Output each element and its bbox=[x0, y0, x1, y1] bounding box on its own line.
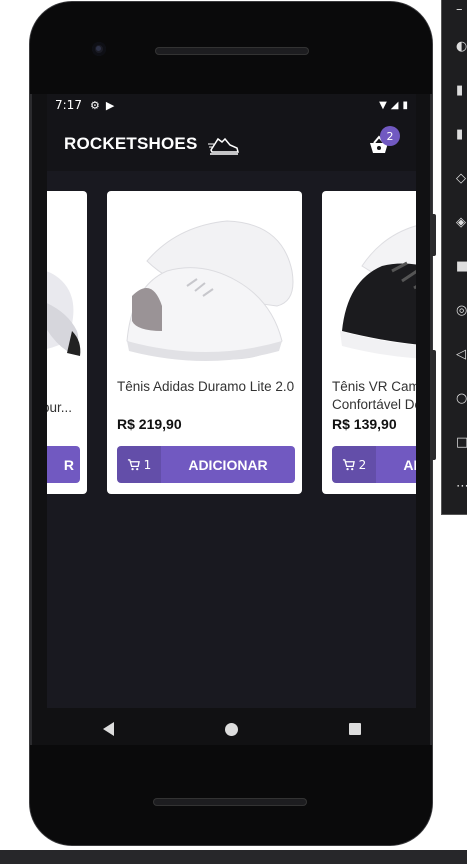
add-to-cart-button[interactable]: R bbox=[47, 446, 80, 483]
settings-icon: ⚙ bbox=[89, 98, 100, 112]
cart-count-badge: 2 bbox=[380, 126, 400, 146]
product-title: Tênis Adidas Duramo Lite 2.0 bbox=[117, 379, 295, 394]
bottom-speaker bbox=[153, 798, 307, 806]
minimize-icon[interactable]: – bbox=[456, 3, 463, 17]
product-card[interactable]: Tênis VR Caminhada Confortável Detalhes … bbox=[322, 191, 416, 494]
front-camera bbox=[92, 42, 106, 56]
back-tool-icon[interactable]: ◁ bbox=[456, 348, 466, 362]
battery-icon: ▮ bbox=[402, 99, 408, 111]
power-button[interactable] bbox=[432, 214, 436, 256]
add-button-label: ADICIONAR bbox=[188, 456, 268, 473]
product-image bbox=[126, 220, 294, 361]
app-screen: 7:17 ⚙ ▶ ▼ ◢ ▮ ROCKETSHOES 2 our... bbox=[47, 94, 416, 708]
rotate-right-icon[interactable]: ◈ bbox=[456, 216, 466, 230]
desktop-taskbar bbox=[0, 850, 467, 864]
add-shopping-cart-icon bbox=[342, 459, 355, 471]
wifi-icon: ▼ bbox=[379, 99, 387, 111]
cart-quantity-value: 2 bbox=[358, 457, 367, 472]
brand-title[interactable]: ROCKETSHOES bbox=[64, 134, 198, 154]
add-to-cart-button[interactable]: 1 ADICIONAR bbox=[117, 446, 295, 483]
phone-top-bezel bbox=[30, 2, 432, 94]
volume-down-icon[interactable]: ▮ bbox=[456, 128, 463, 142]
product-title: our... bbox=[47, 400, 73, 415]
add-button-label: ADICIONAR bbox=[403, 456, 416, 473]
status-bar: 7:17 ⚙ ▶ ▼ ◢ ▮ bbox=[47, 94, 416, 116]
product-price: R$ 219,90 bbox=[117, 416, 182, 432]
android-nav-bar bbox=[47, 708, 416, 750]
cart-quantity: 2 bbox=[332, 446, 376, 483]
cart-quantity: 1 bbox=[117, 446, 161, 483]
add-button-label: R bbox=[63, 456, 74, 473]
product-image bbox=[340, 225, 416, 359]
rotate-left-icon[interactable]: ◇ bbox=[456, 172, 466, 186]
product-card[interactable]: Tênis Adidas Duramo Lite 2.0 R$ 219,90 1… bbox=[107, 191, 302, 494]
zoom-icon[interactable]: ◎ bbox=[456, 304, 467, 318]
add-to-cart-button[interactable]: 2 ADICIONAR bbox=[332, 446, 416, 483]
emulator-toolbar: – ◐ ▮ ▮ ◇ ◈ ■ ◎ ◁ ○ □ ⋯ bbox=[441, 0, 467, 515]
product-image bbox=[47, 271, 81, 356]
home-icon[interactable] bbox=[224, 722, 238, 736]
add-shopping-cart-icon bbox=[127, 459, 140, 471]
product-title: Tênis VR Caminhada Confortável Detalhes bbox=[332, 379, 416, 412]
back-icon[interactable] bbox=[102, 722, 114, 736]
play-store-icon: ▶ bbox=[105, 98, 115, 112]
status-time: 7:17 bbox=[55, 98, 82, 112]
recents-icon[interactable] bbox=[348, 723, 361, 735]
power-icon[interactable]: ◐ bbox=[456, 40, 467, 54]
cart-quantity-value: 1 bbox=[143, 457, 152, 472]
volume-button[interactable] bbox=[432, 350, 436, 460]
running-shoe-icon bbox=[207, 137, 239, 155]
phone-bottom-bezel bbox=[30, 745, 432, 845]
more-icon[interactable]: ⋯ bbox=[456, 480, 467, 494]
home-tool-icon[interactable]: ○ bbox=[456, 392, 467, 406]
earpiece-speaker bbox=[155, 47, 309, 55]
app-header: ROCKETSHOES 2 bbox=[47, 116, 416, 171]
product-card[interactable]: our... R bbox=[47, 191, 87, 494]
volume-up-icon[interactable]: ▮ bbox=[456, 84, 463, 98]
signal-icon: ◢ bbox=[390, 99, 399, 111]
screenshot-icon[interactable]: ■ bbox=[456, 260, 467, 274]
product-price: R$ 139,90 bbox=[332, 416, 397, 432]
overview-tool-icon[interactable]: □ bbox=[456, 436, 467, 450]
